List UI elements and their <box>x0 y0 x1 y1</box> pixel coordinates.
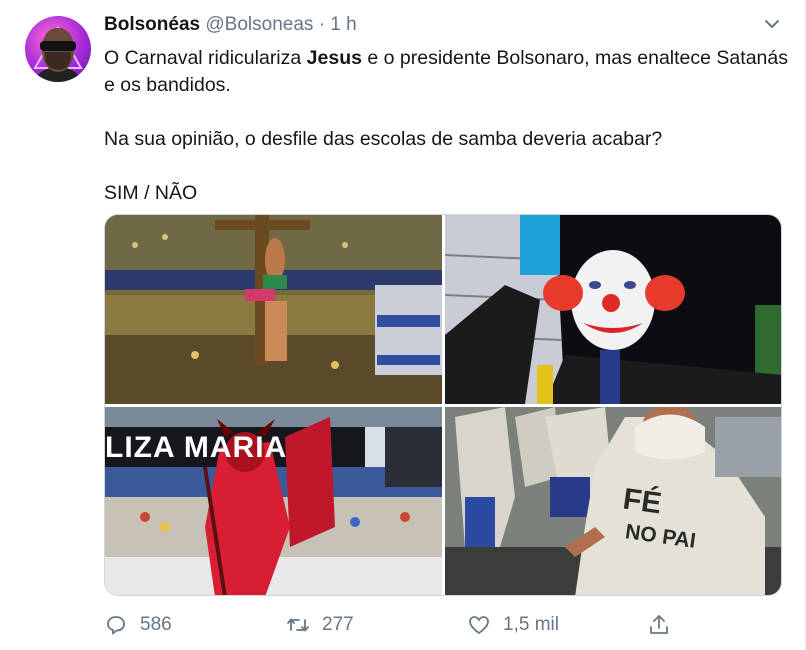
tweet-timestamp[interactable]: 1 h <box>330 14 356 35</box>
retweet-button[interactable]: 277 <box>286 608 354 642</box>
photo-red-devil-costume[interactable]: LIZA MARIA <box>105 407 442 595</box>
tweet-text-line2: Na sua opinião, o desfile das escolas de… <box>104 128 663 150</box>
sign-text-line1: FÉ <box>620 482 664 521</box>
banner-text: LIZA MARIA <box>105 431 288 464</box>
chevron-down-icon[interactable] <box>762 14 782 34</box>
photo-carnival-float-crucifix[interactable] <box>105 215 442 404</box>
author-name[interactable]: Bolsonéas <box>104 14 200 35</box>
separator-dot: · <box>318 14 326 35</box>
media-grid: LIZA MARIA FÉ NO PAI <box>104 214 782 596</box>
photo-costumed-dancers[interactable]: FÉ NO PAI <box>445 407 781 595</box>
reply-button[interactable]: 586 <box>104 608 172 642</box>
tweet[interactable]: Bolsonéas @Bolsoneas · 1 h O Carnaval ri… <box>0 0 806 650</box>
retweet-icon <box>287 618 309 632</box>
tweet-text-line3: SIM / NÃO <box>104 182 198 204</box>
reply-count: 586 <box>140 614 172 635</box>
author-handle[interactable]: @Bolsoneas <box>205 14 313 35</box>
avatar[interactable] <box>25 16 91 82</box>
tweet-text: O Carnaval ridiculariza Jesus e o presid… <box>104 45 794 207</box>
avatar-glasses <box>40 41 76 51</box>
tweet-text-line1: O Carnaval ridiculariza Jesus e o presid… <box>104 47 788 96</box>
tweet-header: Bolsonéas @Bolsoneas · 1 h <box>104 14 357 36</box>
share-icon <box>650 615 668 634</box>
like-count: 1,5 mil <box>503 614 559 635</box>
tweet-actions: 586 277 1,5 mil <box>104 608 684 642</box>
photo-clown-puppet[interactable] <box>445 215 781 404</box>
like-icon <box>469 616 489 634</box>
retweet-count: 277 <box>322 614 354 635</box>
like-button[interactable]: 1,5 mil <box>467 608 559 642</box>
bold-word: Jesus <box>306 47 362 69</box>
reply-icon <box>107 616 125 635</box>
share-button[interactable] <box>647 608 683 642</box>
